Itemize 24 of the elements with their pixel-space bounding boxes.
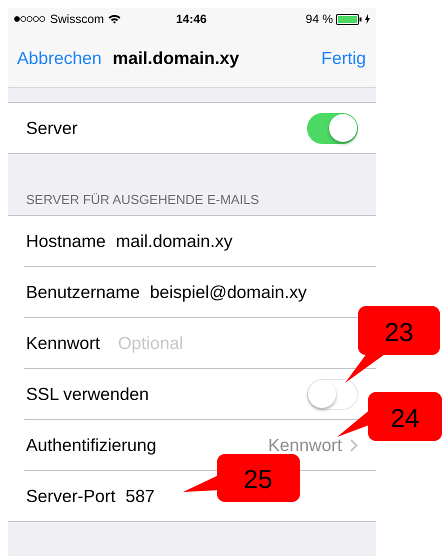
- nav-title: mail.domain.xy: [112, 48, 240, 69]
- row-value: mail.domain.xy: [116, 230, 232, 252]
- row-label: Kennwort: [26, 332, 100, 354]
- row-label: Authentifizierung: [26, 434, 156, 456]
- row-label: Hostname: [26, 230, 106, 252]
- status-time: 14:46: [176, 12, 207, 26]
- section-header: SERVER FÜR AUSGEHENDE E-MAILS: [25, 191, 260, 209]
- row-value: beispiel@domain.xy: [150, 282, 307, 302]
- row-label: Server: [26, 118, 78, 138]
- cancel-button[interactable]: Abbrechen: [17, 48, 102, 69]
- toggle-switch[interactable]: [307, 112, 358, 144]
- charging-icon: [365, 14, 370, 24]
- row-value: 587: [125, 486, 155, 506]
- carrier-name: Swisscom: [50, 12, 104, 26]
- chevron-icon: [350, 438, 358, 452]
- row-label: Benutzername: [26, 282, 140, 302]
- signal-icon: [14, 16, 46, 22]
- toggle-switch[interactable]: [307, 378, 358, 410]
- wifi-icon: [108, 14, 122, 24]
- done-button[interactable]: Fertig: [321, 48, 366, 69]
- battery-percentage: 94 %: [306, 12, 333, 26]
- battery-icon: [336, 14, 362, 24]
- row-label: SSL verwenden: [26, 384, 149, 404]
- row-label: Server-Port: [26, 486, 116, 506]
